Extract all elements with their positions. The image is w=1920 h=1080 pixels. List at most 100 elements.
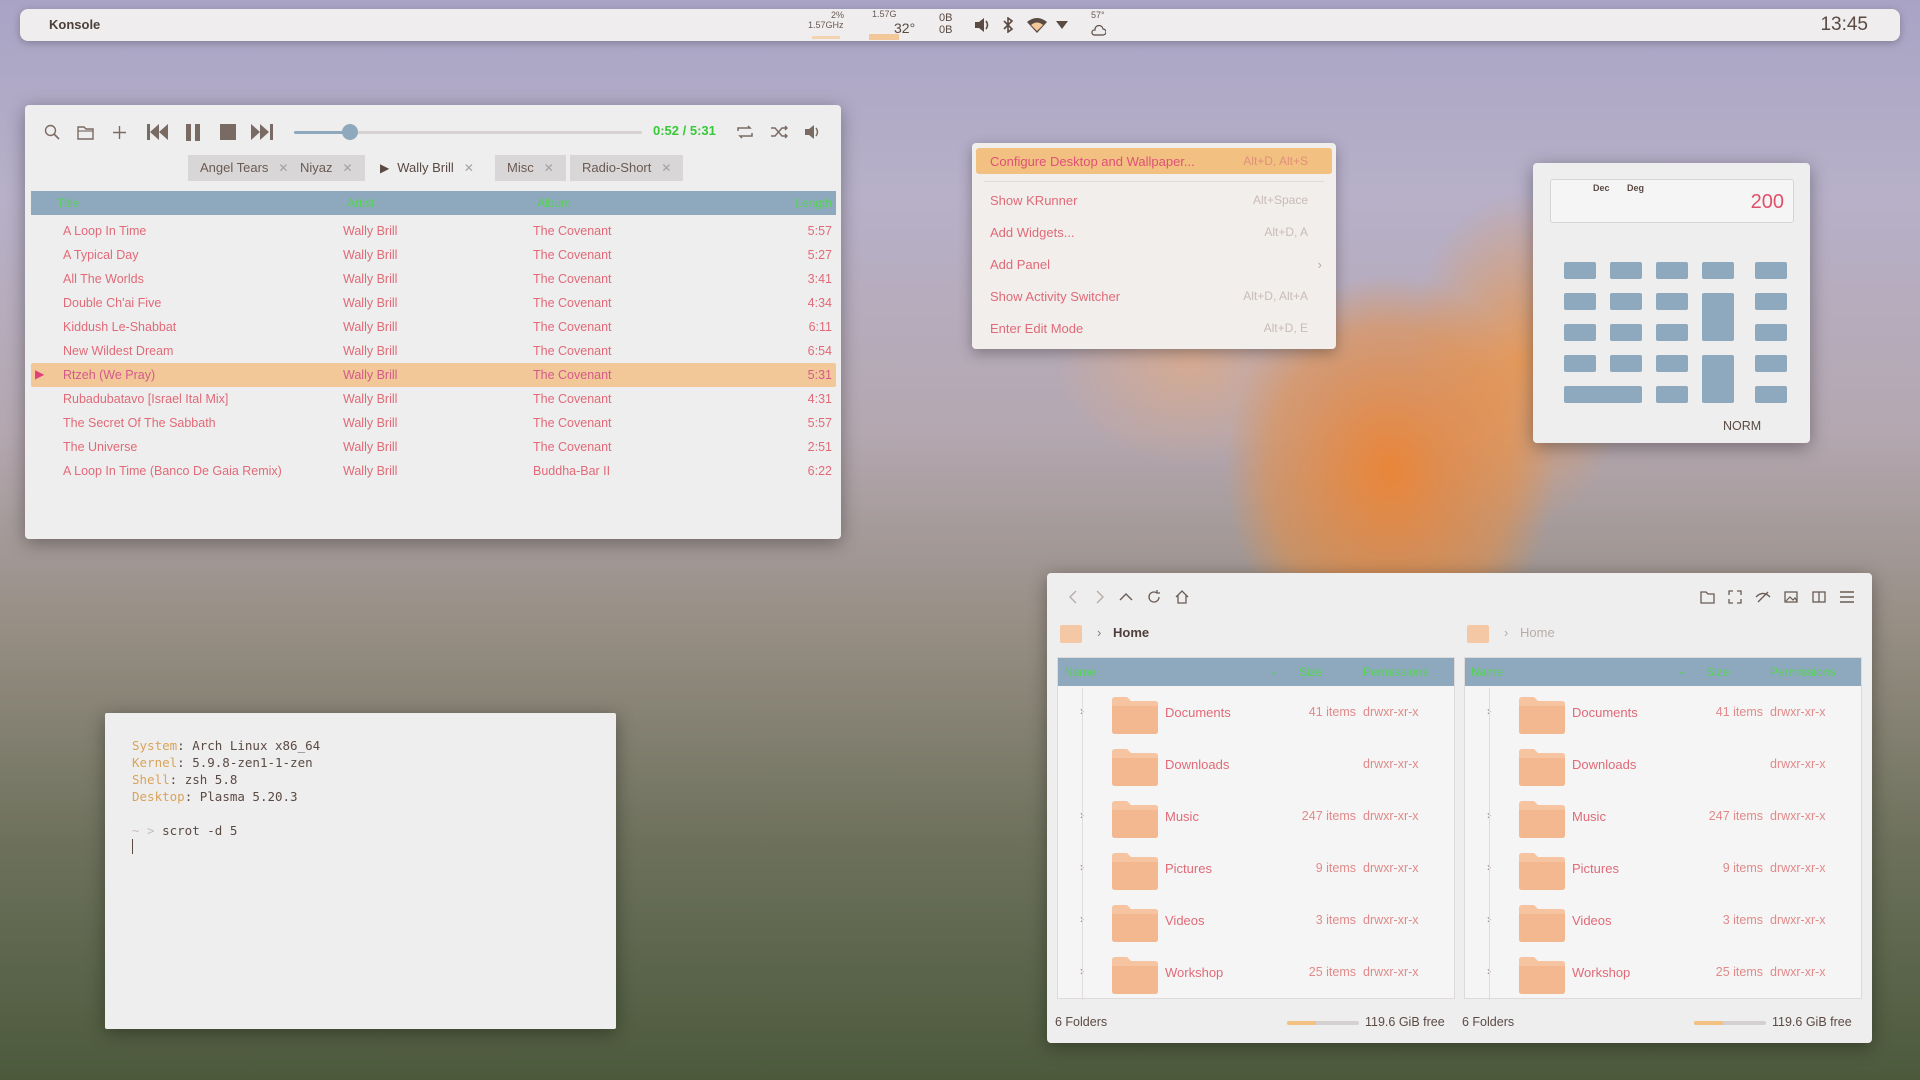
file-row[interactable]: Downloads drwxr-xr-x (1058, 740, 1454, 792)
calculator-key[interactable] (1610, 355, 1642, 372)
calculator-key[interactable] (1610, 293, 1642, 310)
pause-icon[interactable] (182, 121, 204, 143)
calculator-key[interactable] (1702, 355, 1734, 403)
column-size[interactable]: Size (1706, 665, 1729, 679)
calculator-key[interactable] (1702, 293, 1734, 341)
close-tab-icon[interactable]: ✕ (343, 161, 353, 175)
calculator-key[interactable] (1755, 293, 1787, 310)
weather-widget[interactable]: 57° (1088, 9, 1118, 41)
column-length[interactable]: Length (795, 196, 832, 210)
new-folder-icon[interactable] (1698, 589, 1716, 605)
hamburger-menu-icon[interactable] (1838, 589, 1856, 605)
menu-item-configure-desktop[interactable]: Configure Desktop and Wallpaper... Alt+D,… (976, 148, 1332, 174)
cpu-temperature[interactable]: 32° (894, 20, 915, 36)
zoom-icon[interactable] (1726, 589, 1744, 605)
calculator-key[interactable] (1656, 355, 1688, 372)
close-tab-icon[interactable]: ✕ (464, 161, 474, 175)
column-permissions[interactable]: Permissions (1363, 665, 1428, 679)
playlist-row[interactable]: A Loop In Time (Banco De Gaia Remix) Wall… (31, 459, 836, 483)
playlist-row[interactable]: All The Worlds Wally Brill The Covenant 3:4… (31, 267, 836, 291)
close-tab-icon[interactable]: ✕ (544, 161, 554, 175)
calculator-key[interactable] (1564, 324, 1596, 341)
calculator-key[interactable] (1755, 324, 1787, 341)
close-tab-icon[interactable]: ✕ (661, 161, 671, 175)
column-size[interactable]: Size (1299, 665, 1322, 679)
menu-item-show-krunner[interactable]: Show KRunner Alt+Space (976, 187, 1332, 213)
calculator-key[interactable] (1656, 293, 1688, 310)
playlist-row[interactable]: A Typical Day Wally Brill The Covenant 5:27 (31, 243, 836, 267)
back-icon[interactable] (1065, 589, 1081, 605)
add-icon[interactable] (108, 121, 130, 143)
network-monitor[interactable]: 0B 0B (939, 9, 969, 41)
forward-icon[interactable] (1092, 589, 1108, 605)
column-name[interactable]: Name (1471, 665, 1503, 679)
seek-handle[interactable] (341, 124, 358, 140)
home-icon[interactable] (1174, 589, 1190, 605)
repeat-icon[interactable] (734, 121, 756, 143)
menu-item-edit-mode[interactable]: Enter Edit Mode Alt+D, E (976, 315, 1332, 341)
calculator-key[interactable] (1564, 293, 1596, 310)
file-row[interactable]: ›Music247 itemsdrwxr-xr-x (1465, 792, 1861, 844)
calculator-key[interactable] (1755, 262, 1787, 279)
file-row[interactable]: ›Workshop25 itemsdrwxr-xr-x (1465, 948, 1861, 1000)
playlist-row[interactable]: The Universe Wally Brill The Covenant 2:51 (31, 435, 836, 459)
close-tab-icon[interactable]: ✕ (278, 161, 288, 175)
reload-icon[interactable] (1146, 589, 1162, 605)
tab-wally-brill[interactable]: ▶ Wally Brill ✕ (368, 155, 486, 181)
calculator-key[interactable] (1755, 355, 1787, 372)
column-permissions[interactable]: Permissions (1770, 665, 1835, 679)
player-volume-icon[interactable] (802, 121, 824, 143)
column-title[interactable]: Title (57, 196, 79, 210)
menu-item-activity-switcher[interactable]: Show Activity Switcher Alt+D, Alt+A (976, 283, 1332, 309)
playlist-row[interactable]: ▶ Rtzeh (We Pray) Wally Brill The Covenant 5… (31, 363, 836, 387)
column-artist[interactable]: Artist (347, 196, 374, 210)
calculator-key[interactable] (1656, 324, 1688, 341)
file-row[interactable]: ›Pictures9 itemsdrwxr-xr-x (1465, 844, 1861, 896)
column-album[interactable]: Album (537, 196, 571, 210)
playlist-row[interactable]: A Loop In Time Wally Brill The Covenant 5:5… (31, 219, 836, 243)
bluetooth-icon[interactable] (1001, 16, 1015, 34)
column-name[interactable]: Name (1064, 665, 1096, 679)
breadcrumb-right[interactable]: Home (1520, 625, 1555, 640)
tab-angel-tears[interactable]: Angel Tears ✕ (188, 155, 301, 181)
playlist-row[interactable]: New Wildest Dream Wally Brill The Covenant… (31, 339, 836, 363)
up-icon[interactable] (1118, 589, 1134, 605)
playlist-row[interactable]: Double Ch'ai Five Wally Brill The Covenant… (31, 291, 836, 315)
calculator-key[interactable] (1564, 386, 1642, 403)
calculator-key[interactable] (1610, 324, 1642, 341)
file-row[interactable]: ›Documents41 itemsdrwxr-xr-x (1465, 688, 1861, 740)
tab-radio-short[interactable]: Radio-Short ✕ (570, 155, 684, 181)
next-track-icon[interactable] (251, 121, 273, 143)
volume-icon[interactable] (972, 16, 992, 34)
menu-item-add-panel[interactable]: Add Panel › (976, 251, 1332, 277)
stop-icon[interactable] (217, 121, 239, 143)
playlist-row[interactable]: Kiddush Le-Shabbat Wally Brill The Covenan… (31, 315, 836, 339)
seek-slider[interactable] (294, 124, 642, 140)
file-row[interactable]: ›Pictures9 itemsdrwxr-xr-x (1058, 844, 1454, 896)
previous-track-icon[interactable] (147, 121, 169, 143)
terminal-window[interactable]: System: Arch Linux x86_64 Kernel: 5.9.8-… (105, 713, 616, 1029)
file-row[interactable]: ›Documents41 itemsdrwxr-xr-x (1058, 688, 1454, 740)
digital-clock[interactable]: 13:45 (1820, 14, 1868, 36)
calculator-key[interactable] (1656, 262, 1688, 279)
playlist-row[interactable]: The Secret Of The Sabbath Wally Brill The … (31, 411, 836, 435)
split-view-icon[interactable] (1810, 589, 1828, 605)
hidden-files-icon[interactable] (1754, 589, 1772, 605)
calculator-key[interactable] (1656, 386, 1688, 403)
calculator-key[interactable] (1564, 262, 1596, 279)
calculator-key[interactable] (1755, 386, 1787, 403)
calculator-key[interactable] (1564, 355, 1596, 372)
breadcrumb-left[interactable]: Home (1113, 625, 1149, 640)
calculator-key[interactable] (1610, 262, 1642, 279)
tray-expand-icon[interactable] (1056, 19, 1068, 31)
playlist-row[interactable]: Rubadubatavo [Israel Ital Mix] Wally Bril… (31, 387, 836, 411)
file-row[interactable]: ›Workshop25 itemsdrwxr-xr-x (1058, 948, 1454, 1000)
open-folder-icon[interactable] (74, 121, 96, 143)
menu-item-add-widgets[interactable]: Add Widgets... Alt+D, A (976, 219, 1332, 245)
file-row[interactable]: ›Videos3 itemsdrwxr-xr-x (1465, 896, 1861, 948)
preview-icon[interactable] (1782, 589, 1800, 605)
file-row[interactable]: Downloads drwxr-xr-x (1465, 740, 1861, 792)
wifi-icon[interactable] (1026, 16, 1048, 34)
shuffle-icon[interactable] (768, 121, 790, 143)
tab-niyaz[interactable]: Niyaz ✕ (288, 155, 365, 181)
